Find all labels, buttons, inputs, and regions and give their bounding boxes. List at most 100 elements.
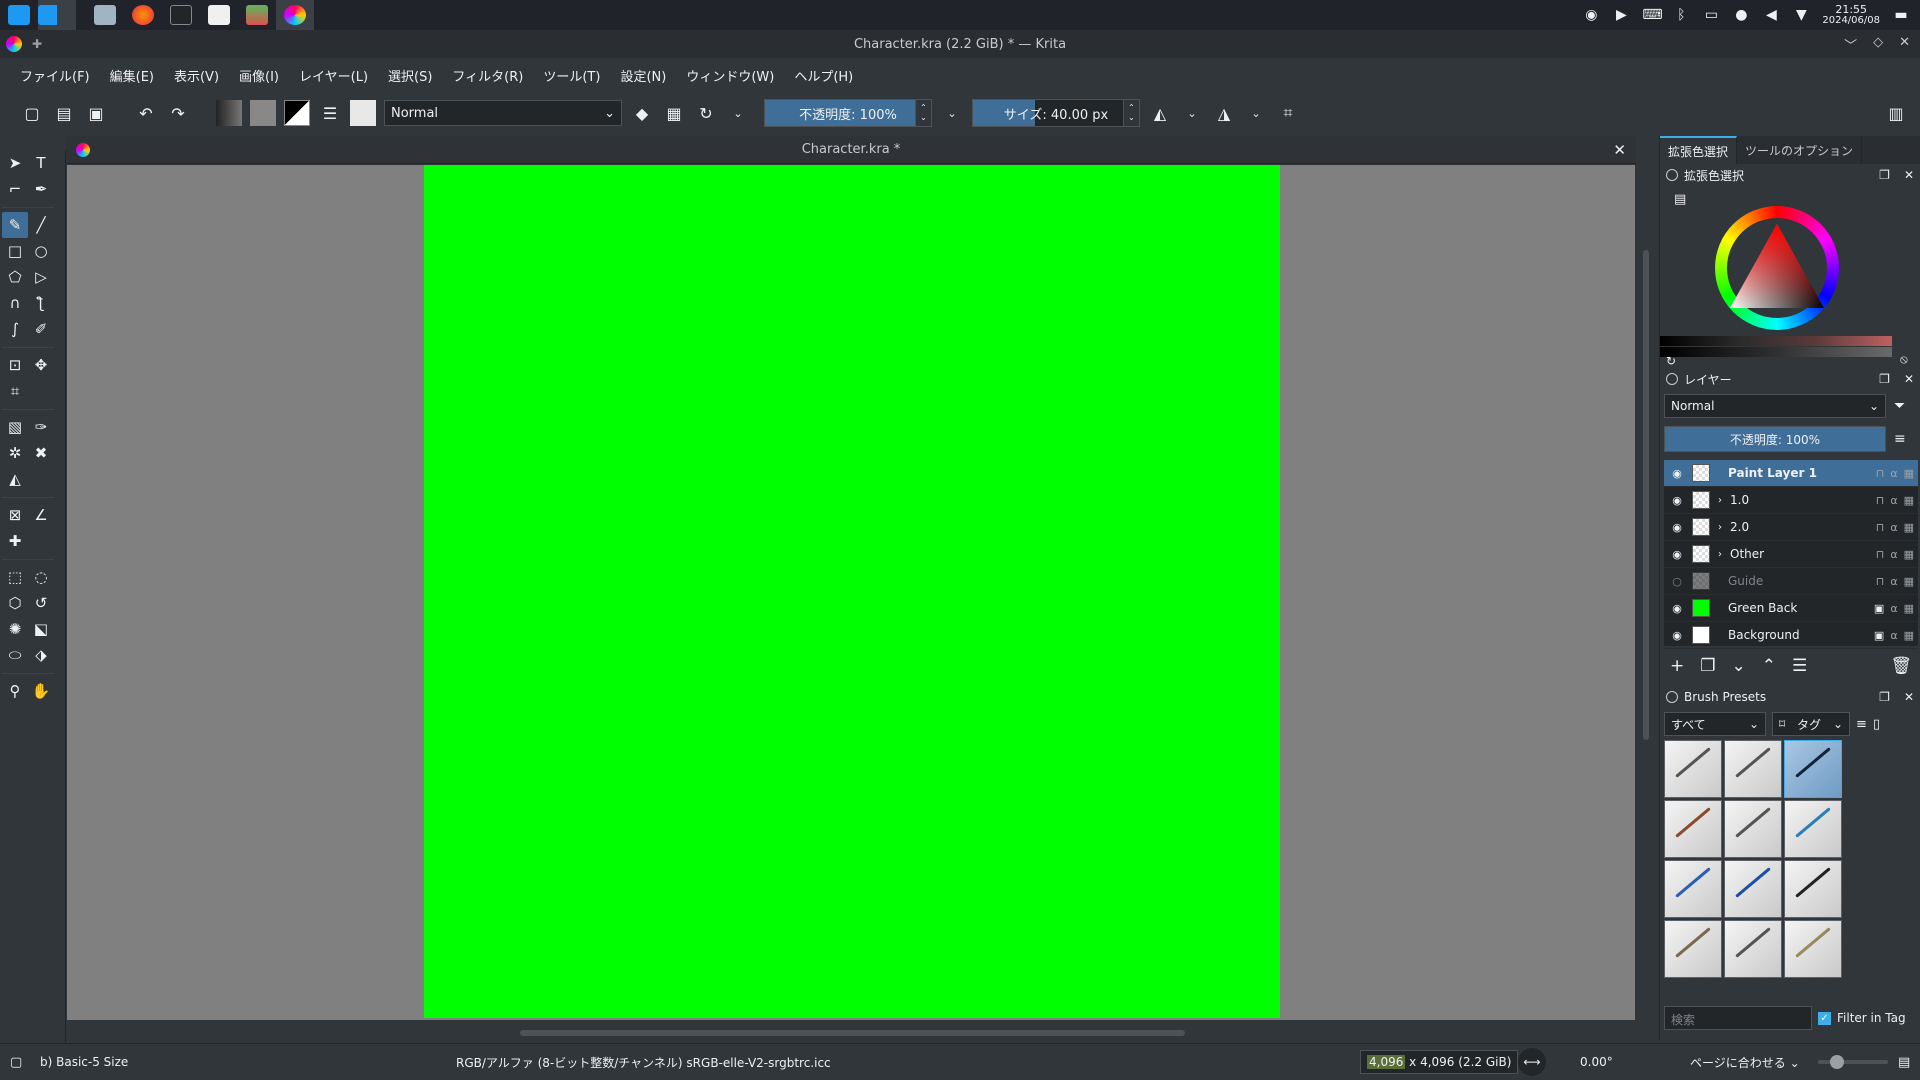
inherit-alpha-icon[interactable]: ▦: [1904, 629, 1914, 642]
line-tool-icon[interactable]: ╱: [28, 212, 54, 238]
horizontal-scrollbar[interactable]: [520, 1030, 1185, 1036]
microphone-icon[interactable]: ●: [1732, 7, 1750, 23]
brush-preset[interactable]: [1724, 800, 1782, 858]
tab-tool-options[interactable]: ツールのオプション: [1737, 136, 1863, 164]
layer-blend-mode-select[interactable]: Normal ⌄: [1664, 394, 1886, 418]
layer-row[interactable]: ◉ › 2.0 ⊓ α ▦: [1664, 514, 1918, 541]
edit-shapes-tool-icon[interactable]: ⌐: [2, 176, 28, 202]
brush-preset[interactable]: [1664, 740, 1722, 798]
color-history-bar[interactable]: [1660, 336, 1892, 346]
rectangle-tool-icon[interactable]: □: [2, 238, 28, 264]
close-document-icon[interactable]: ✕: [1613, 141, 1626, 159]
lock-layer-icon[interactable]: ⊓: [1876, 575, 1885, 588]
undo-icon[interactable]: ↶: [134, 101, 158, 125]
menu-view[interactable]: 表示(V): [164, 66, 229, 85]
eye-icon[interactable]: ◉: [1670, 602, 1684, 615]
brush-preset[interactable]: [1664, 800, 1722, 858]
menu-edit[interactable]: 編集(E): [100, 66, 164, 85]
brush-preset[interactable]: [1784, 860, 1842, 918]
taskbar-settings-button[interactable]: [238, 0, 276, 30]
alpha-icon[interactable]: α: [1890, 521, 1897, 534]
chevron-down-icon[interactable]: ⌄: [726, 101, 750, 125]
opacity-slider[interactable]: 不透明度: 100% ⌃ ⌄: [764, 99, 932, 127]
view-options-icon[interactable]: ≡: [1856, 717, 1867, 732]
menu-file[interactable]: ファイル(F): [10, 66, 100, 85]
network-icon[interactable]: ▼: [1792, 7, 1810, 23]
document-info-icon[interactable]: ▤: [1898, 1055, 1910, 1070]
workspace-icon[interactable]: ▥: [1884, 101, 1908, 125]
menu-image[interactable]: 画像(I): [229, 66, 289, 85]
layer-options-icon[interactable]: ≡: [1894, 431, 1906, 447]
reload-preset-icon[interactable]: ↻: [694, 101, 718, 125]
taskbar-krita-button[interactable]: [276, 0, 314, 30]
reference-tool-icon[interactable]: ✚: [2, 528, 28, 554]
save-icon[interactable]: ▣: [84, 101, 108, 125]
canvas-viewport[interactable]: [67, 165, 1635, 1020]
menu-layer[interactable]: レイヤー(L): [289, 66, 378, 85]
transform-tool-icon[interactable]: ⊡: [2, 352, 28, 378]
chevron-down-icon[interactable]: ⌄: [940, 101, 964, 125]
rotation-control[interactable]: ⟷: [1518, 1048, 1546, 1076]
inherit-alpha-icon[interactable]: ▦: [1904, 548, 1914, 561]
alpha-icon[interactable]: α: [1890, 494, 1897, 507]
expand-group-icon[interactable]: ›: [1718, 549, 1722, 560]
duplicate-layer-icon[interactable]: ❐: [1700, 656, 1715, 676]
freehand-select-tool-icon[interactable]: ↺: [28, 590, 54, 616]
lock-layer-icon[interactable]: ⊓: [1876, 548, 1885, 561]
tag-button[interactable]: ⌑ タグ ⌄: [1772, 712, 1850, 736]
bezier-select-tool-icon[interactable]: ⬭: [2, 642, 28, 668]
eraser-icon[interactable]: ◆: [630, 101, 654, 125]
inherit-alpha-icon[interactable]: ▦: [1904, 494, 1914, 507]
magnetic-select-tool-icon[interactable]: ⬗: [28, 642, 54, 668]
brush-search-input[interactable]: 検索: [1664, 1006, 1812, 1030]
redo-icon[interactable]: ↷: [166, 101, 190, 125]
keyboard-icon[interactable]: ⌨: [1642, 7, 1662, 23]
assistant-tool-icon[interactable]: ⊠: [2, 502, 28, 528]
select-shapes-tool-icon[interactable]: ➤: [2, 150, 28, 176]
alpha-icon[interactable]: α: [1890, 629, 1897, 642]
taskbar-terminal-button[interactable]: [162, 0, 200, 30]
float-panel-icon[interactable]: ❐: [1879, 168, 1890, 182]
inherit-alpha-icon[interactable]: ▦: [1904, 467, 1914, 480]
alpha-icon[interactable]: α: [1890, 548, 1897, 561]
fg-bg-color-swatch[interactable]: [284, 100, 310, 126]
float-panel-icon[interactable]: ❐: [1879, 690, 1890, 704]
inherit-alpha-icon[interactable]: ▦: [1904, 575, 1914, 588]
freehand-brush-tool-icon[interactable]: ✎: [2, 212, 28, 238]
menu-filter[interactable]: フィルタ(R): [442, 66, 533, 85]
close-window-button[interactable]: ✕: [1899, 35, 1910, 54]
ellipse-select-tool-icon[interactable]: ◌: [28, 564, 54, 590]
storage-icon[interactable]: ▯: [1873, 717, 1880, 732]
menu-settings[interactable]: 設定(N): [610, 66, 676, 85]
color-picker-tool-icon[interactable]: ✑: [28, 414, 54, 440]
layer-row[interactable]: ◉ Background ▣ α ▦: [1664, 622, 1918, 649]
bezier-tool-icon[interactable]: ∩: [2, 290, 28, 316]
brush-preset[interactable]: [1784, 920, 1842, 978]
app-launcher-button[interactable]: [0, 0, 38, 30]
blend-mode-select[interactable]: Normal ⌄: [384, 100, 622, 126]
polyline-tool-icon[interactable]: ▷: [28, 264, 54, 290]
notifications-icon[interactable]: ▬: [1892, 7, 1910, 23]
gradient-tool-icon[interactable]: ▧: [2, 414, 28, 440]
mirror-vertical-icon[interactable]: ◮: [1212, 101, 1236, 125]
add-layer-icon[interactable]: +: [1670, 656, 1684, 676]
brush-preset[interactable]: [1664, 860, 1722, 918]
chevron-down-icon[interactable]: ⌄: [1244, 101, 1268, 125]
dynamic-brush-tool-icon[interactable]: ∫: [2, 316, 28, 342]
refresh-icon[interactable]: ↻: [1666, 354, 1676, 368]
zoom-tool-icon[interactable]: ⚲: [2, 678, 28, 704]
eye-icon[interactable]: ◉: [1670, 521, 1684, 534]
zoom-mode-select[interactable]: ページに合わせる ⌄: [1690, 1054, 1800, 1071]
lock-icon[interactable]: [1666, 373, 1678, 385]
chevron-down-icon[interactable]: ⌄: [1180, 101, 1204, 125]
brush-status-icon[interactable]: ▢: [10, 1055, 22, 1070]
ellipse-tool-icon[interactable]: ○: [28, 238, 54, 264]
size-slider[interactable]: サイズ: 40.00 px ⌃ ⌄: [972, 99, 1140, 127]
opacity-spin-buttons[interactable]: ⌃ ⌄: [915, 100, 931, 126]
maximize-button[interactable]: ◇: [1873, 35, 1883, 54]
menu-help[interactable]: ヘルプ(H): [784, 66, 863, 85]
colorize-mask-tool-icon[interactable]: ✲: [2, 440, 28, 466]
pager-button[interactable]: [38, 0, 76, 30]
document-tab-title[interactable]: Character.kra *: [66, 142, 1636, 157]
brush-preset-icon[interactable]: [350, 100, 376, 126]
